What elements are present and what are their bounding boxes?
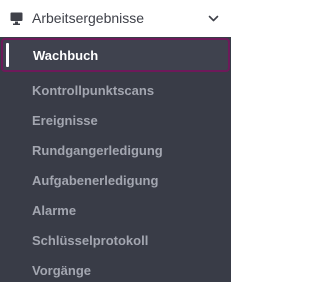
menu-item-wachbuch[interactable]: Wachbuch — [1, 38, 230, 72]
menu-item-label: Alarme — [32, 203, 77, 218]
menu-group-label: Arbeitsergebnisse — [32, 10, 145, 26]
menu-item-aufgabenerledigung[interactable]: Aufgabenerledigung — [0, 166, 231, 196]
menu-item-schluesselprotokoll[interactable]: Schlüsselprotokoll — [0, 226, 231, 256]
menu-item-alarme[interactable]: Alarme — [0, 196, 231, 226]
menu-item-label: Schlüsselprotokoll — [32, 233, 149, 248]
chevron-down-icon[interactable] — [208, 13, 219, 24]
menu-item-ereignisse[interactable]: Ereignisse — [0, 106, 231, 136]
menu-item-rundgangerledigung[interactable]: Rundgangerledigung — [0, 136, 231, 166]
active-indicator — [6, 43, 9, 67]
menu-item-label: Ereignisse — [32, 113, 98, 128]
menu-item-label: Kontrollpunktscans — [32, 83, 155, 98]
monitor-icon — [10, 12, 23, 25]
menu-item-label: Aufgabenerledigung — [32, 173, 159, 188]
menu-item-kontrollpunktscans[interactable]: Kontrollpunktscans — [0, 76, 231, 106]
menu-item-label: Wachbuch — [33, 48, 99, 63]
menu-item-label: Vorgänge — [32, 263, 91, 278]
menu-item-label: Rundgangerledigung — [32, 143, 163, 158]
menu-group-arbeitsergebnisse[interactable]: Arbeitsergebnisse — [0, 0, 231, 37]
submenu: Wachbuch Kontrollpunktscans Ereignisse R… — [0, 37, 231, 282]
